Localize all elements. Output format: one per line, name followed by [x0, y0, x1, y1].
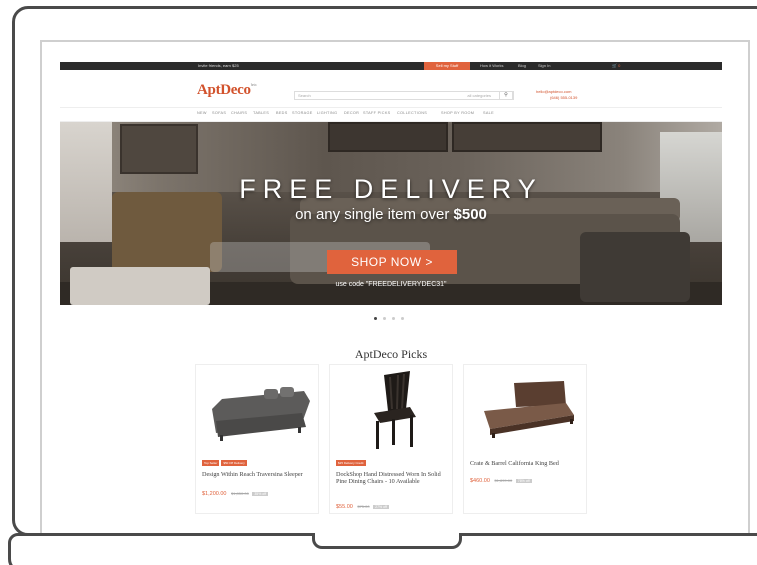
nav-item[interactable]: Beds: [276, 111, 288, 115]
carousel-dot[interactable]: [392, 317, 395, 320]
product-price: $460.00 $1,899.00 76% off: [470, 478, 532, 484]
badge-group: $25 Delivery Credit: [336, 460, 366, 466]
nav-item[interactable]: Storage: [292, 111, 313, 115]
carousel-dots: [374, 317, 404, 320]
logo[interactable]: AptDecobeta: [197, 82, 257, 99]
picks-title: AptDeco Picks: [354, 347, 428, 361]
product-price: $1,200.00 $1,850.00 35% off: [202, 491, 269, 497]
product-card[interactable]: $25 Delivery Credit DockShop Hand Distre…: [329, 364, 453, 514]
product-name[interactable]: Design Within Reach Traversina Sleeper: [202, 471, 316, 478]
carousel-dot[interactable]: [374, 317, 377, 320]
hero-photo-chair: [580, 232, 690, 302]
category-nav: New Sofas Chairs Tables Beds Storage Lig…: [60, 108, 722, 122]
invite-link[interactable]: Invite friends, earn $25: [198, 62, 239, 70]
blog-link[interactable]: Blog: [518, 62, 526, 70]
hero-photo-artwork: [328, 122, 448, 152]
current-price: $460.00: [470, 478, 490, 484]
badge: $25 Delivery Credit: [336, 460, 366, 466]
hero-subtitle-text: on any single item over: [295, 206, 454, 223]
current-price: $1,200.00: [202, 491, 227, 497]
nav-item[interactable]: Sofas: [212, 111, 226, 115]
product-card[interactable]: Top Seller $50 Off Delivery Design Withi…: [195, 364, 319, 514]
product-image-bed[interactable]: [470, 371, 582, 451]
laptop-screen: Invite friends, earn $25 Sell my Stuff H…: [40, 40, 750, 533]
product-image-chair[interactable]: [336, 371, 448, 451]
hero-banner[interactable]: FREE DELIVERY on any single item over $5…: [60, 122, 722, 305]
discount-badge: 27% off: [373, 505, 389, 509]
category-select[interactable]: all categories: [467, 92, 491, 100]
product-image-sofa[interactable]: [202, 371, 314, 451]
top-bar: Invite friends, earn $25 Sell my Stuff H…: [60, 62, 722, 70]
nav-item[interactable]: Decor: [344, 111, 359, 115]
nav-item[interactable]: Staff Picks: [363, 111, 391, 115]
sell-stuff-button[interactable]: Sell my Stuff: [424, 62, 470, 70]
nav-item[interactable]: Tables: [253, 111, 269, 115]
hero-photo-artwork: [120, 124, 198, 174]
hero-subtitle-amount: $500: [453, 206, 487, 223]
logo-beta: beta: [250, 82, 257, 87]
original-price: $1,899.00: [494, 478, 513, 483]
nav-item[interactable]: Lighting: [317, 111, 337, 115]
cart-count: 0: [618, 63, 621, 68]
contact-phone: (646) 555-0139: [550, 95, 578, 100]
nav-item[interactable]: Chairs: [231, 111, 247, 115]
hero-photo-artwork: [452, 122, 602, 152]
current-price: $55.00: [336, 504, 353, 510]
carousel-dot[interactable]: [383, 317, 386, 320]
nav-item[interactable]: Collections: [397, 111, 427, 115]
badge: $50 Off Delivery: [221, 460, 247, 466]
badge-group: Top Seller $50 Off Delivery: [202, 460, 247, 466]
original-price: $1,850.00: [231, 491, 249, 496]
sign-in-link[interactable]: Sign In: [538, 62, 550, 70]
hero-title: FREE DELIVERY: [239, 174, 543, 204]
discount-badge: 35% off: [252, 492, 269, 496]
product-price: $55.00 $75.00 27% off: [336, 504, 389, 510]
nav-item[interactable]: New: [197, 111, 207, 115]
shop-now-button[interactable]: SHOP NOW >: [327, 250, 457, 274]
product-card[interactable]: Crate & Barrel California King Bed $460.…: [463, 364, 587, 514]
discount-badge: 76% off: [515, 479, 532, 483]
product-name[interactable]: DockShop Hand Distressed Worn In Solid P…: [336, 471, 450, 485]
contact-info: hello@aptdeco.com (646) 555-0139: [536, 89, 577, 101]
webpage: Invite friends, earn $25 Sell my Stuff H…: [60, 62, 722, 533]
product-name[interactable]: Crate & Barrel California King Bed: [470, 460, 584, 467]
hero-subtitle: on any single item over $500: [60, 206, 722, 223]
original-price: $75.00: [357, 504, 370, 509]
promo-code: use code "FREEDELIVERYDEC31": [335, 281, 447, 288]
search-input[interactable]: Search: [298, 92, 311, 100]
laptop-notch: [312, 533, 462, 549]
logo-text: AptDeco: [197, 82, 251, 98]
search-icon[interactable]: ⚲: [499, 91, 513, 100]
nav-item[interactable]: Shop by Room: [441, 111, 474, 115]
badge: Top Seller: [202, 460, 220, 466]
search-bar[interactable]: Search all categories ⚲: [294, 91, 514, 100]
site-header: AptDecobeta Search all categories ⚲ hell…: [60, 70, 722, 108]
carousel-dot[interactable]: [401, 317, 404, 320]
how-it-works-link[interactable]: How it Works: [480, 62, 503, 70]
nav-item[interactable]: Sale: [483, 111, 494, 115]
cart-icon[interactable]: 🛒 0: [612, 62, 620, 70]
